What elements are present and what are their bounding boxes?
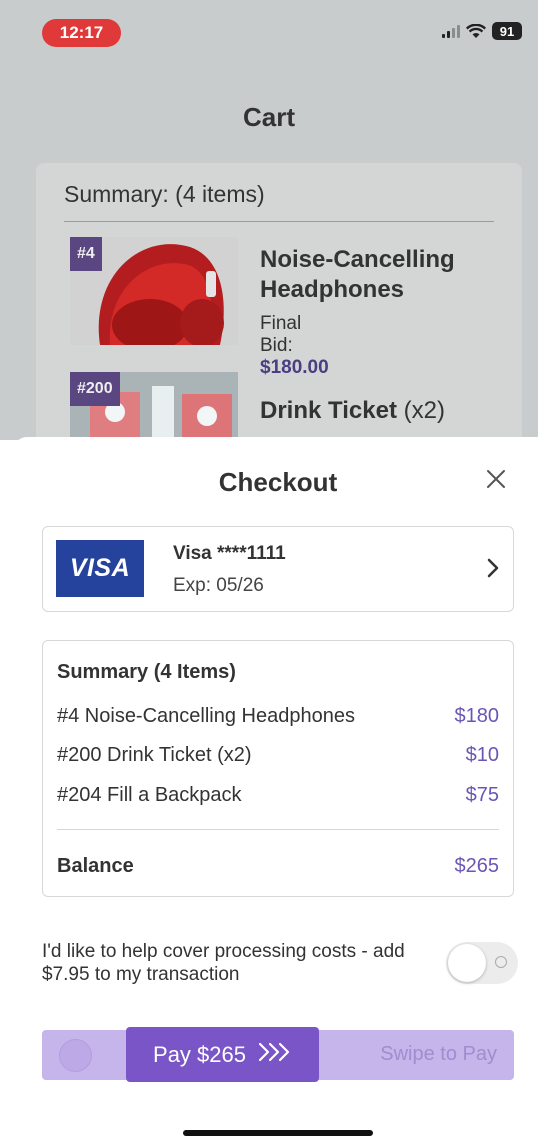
final-bid-value: $180.00 bbox=[260, 357, 329, 378]
processing-fee-text: I'd like to help cover processing costs … bbox=[42, 941, 405, 985]
toggle-off-indicator bbox=[495, 956, 507, 968]
summary-title: Summary (4 Items) bbox=[57, 661, 236, 683]
checkout-sheet: Checkout VISA Visa ****1111 Exp: 05/26 S… bbox=[13, 437, 538, 1145]
swipe-start-circle bbox=[59, 1039, 92, 1072]
balance-row: Balance $265 bbox=[57, 855, 499, 878]
headphones-image: #4 bbox=[70, 237, 238, 345]
swipe-hint: Swipe to Pay bbox=[380, 1043, 497, 1065]
double-chevron-right-icon bbox=[258, 1042, 292, 1068]
summary-line: #200 Drink Ticket (x2) $10 bbox=[57, 744, 499, 767]
item-number-badge: #200 bbox=[70, 372, 120, 406]
item-name: Noise-Cancelling Headphones bbox=[260, 246, 455, 303]
line-amount: $10 bbox=[465, 744, 499, 766]
line-label: #200 Drink Ticket (x2) bbox=[57, 744, 252, 766]
balance-label: Balance bbox=[57, 855, 134, 877]
status-icons: 91 bbox=[442, 22, 522, 40]
visa-logo: VISA bbox=[56, 540, 144, 597]
close-button[interactable] bbox=[484, 467, 508, 491]
item-name-text: Drink Ticket bbox=[260, 397, 397, 424]
cellular-signal-icon bbox=[442, 24, 460, 38]
card-number: Visa ****1111 bbox=[173, 543, 286, 564]
line-amount: $75 bbox=[465, 784, 499, 806]
item-final-bid: Final Bid: $180.00 bbox=[260, 313, 329, 379]
summary-line: #204 Fill a Backpack $75 bbox=[57, 784, 499, 807]
item-number-badge: #4 bbox=[70, 237, 102, 271]
item-name: Drink Ticket (x2) bbox=[260, 396, 520, 426]
pay-slider-button[interactable]: Pay $265 bbox=[126, 1027, 319, 1082]
line-amount: $180 bbox=[454, 705, 500, 727]
divider bbox=[64, 221, 494, 222]
chevron-right-icon bbox=[487, 558, 499, 583]
processing-fee-toggle[interactable] bbox=[446, 942, 518, 984]
checkout-title: Checkout bbox=[218, 467, 338, 497]
line-label: #204 Fill a Backpack bbox=[57, 784, 242, 806]
card-expiry: Exp: 05/26 bbox=[173, 575, 264, 596]
cart-summary-heading: Summary: (4 items) bbox=[64, 181, 265, 207]
battery-icon: 91 bbox=[492, 22, 522, 40]
line-label: #4 Noise-Cancelling Headphones bbox=[57, 705, 355, 727]
order-summary: Summary (4 Items) #4 Noise-Cancelling He… bbox=[42, 640, 514, 897]
cart-summary-card: Summary: (4 items) #4 Noise-Cancelling H… bbox=[36, 163, 522, 480]
summary-line: #4 Noise-Cancelling Headphones $180 bbox=[57, 705, 499, 728]
payment-method-row[interactable]: VISA Visa ****1111 Exp: 05/26 bbox=[42, 526, 514, 612]
cart-title: Cart bbox=[242, 102, 295, 132]
divider bbox=[57, 829, 499, 830]
cart-screen-backdrop: 12:17 91 Cart Summary: (4 items) #4 Nois… bbox=[0, 0, 538, 480]
wifi-icon bbox=[466, 23, 486, 39]
balance-amount: $265 bbox=[454, 855, 500, 877]
status-time: 12:17 bbox=[42, 19, 121, 47]
close-icon bbox=[487, 470, 505, 488]
final-bid-label: Final Bid: bbox=[260, 313, 302, 356]
pay-label: Pay $265 bbox=[153, 1041, 246, 1067]
item-quantity: (x2) bbox=[403, 397, 445, 424]
status-bar: 12:17 91 bbox=[0, 0, 538, 66]
toggle-knob bbox=[448, 944, 486, 982]
home-indicator bbox=[183, 1130, 373, 1136]
